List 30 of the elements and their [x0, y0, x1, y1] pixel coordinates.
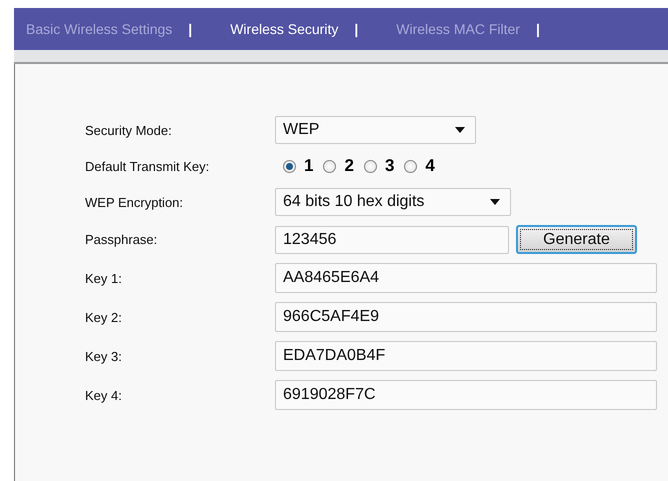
field-label: Key 4: [85, 388, 123, 402]
field-label: Key 3: [85, 348, 123, 364]
tab-separator: | [354, 21, 358, 37]
radio-button[interactable] [404, 160, 418, 172]
radio-button[interactable] [283, 160, 296, 172]
encryption-dropdown[interactable]: 64 bits 10 hex digits [275, 188, 511, 216]
radio-button[interactable] [323, 160, 336, 172]
dropdown-caret-icon [490, 199, 500, 205]
key-field[interactable]: 6919028F7C [275, 380, 657, 410]
radio-label: 2 [344, 156, 354, 176]
field-label: Security Mode: [85, 122, 173, 138]
key-field[interactable]: 966C5AF4E9 [275, 302, 657, 332]
tab-separator: | [536, 21, 540, 37]
field-label: Key 1: [85, 270, 123, 286]
dropdown-caret-icon [455, 127, 465, 133]
passphrase-field[interactable]: 123456 [275, 226, 509, 254]
security-mode-dropdown[interactable]: WEP [275, 116, 476, 144]
radio-label: 1 [304, 156, 314, 176]
field-label: Key 2: [85, 310, 123, 324]
key-field[interactable]: EDA7DA0B4F [275, 341, 657, 371]
radio-label: 4 [425, 156, 435, 176]
radio-button[interactable] [364, 160, 377, 172]
generate-button[interactable]: Generate [516, 225, 637, 254]
field-label: WEP Encryption: [85, 194, 184, 210]
key-field[interactable]: AA8465E6A4 [275, 263, 657, 293]
field-label: Default Transmit Key: [85, 158, 210, 174]
field-label: Passphrase: [85, 232, 158, 247]
tab-separator: | [188, 21, 192, 37]
radio-label: 3 [384, 156, 394, 176]
tab[interactable]: Wireless Security [230, 21, 338, 37]
